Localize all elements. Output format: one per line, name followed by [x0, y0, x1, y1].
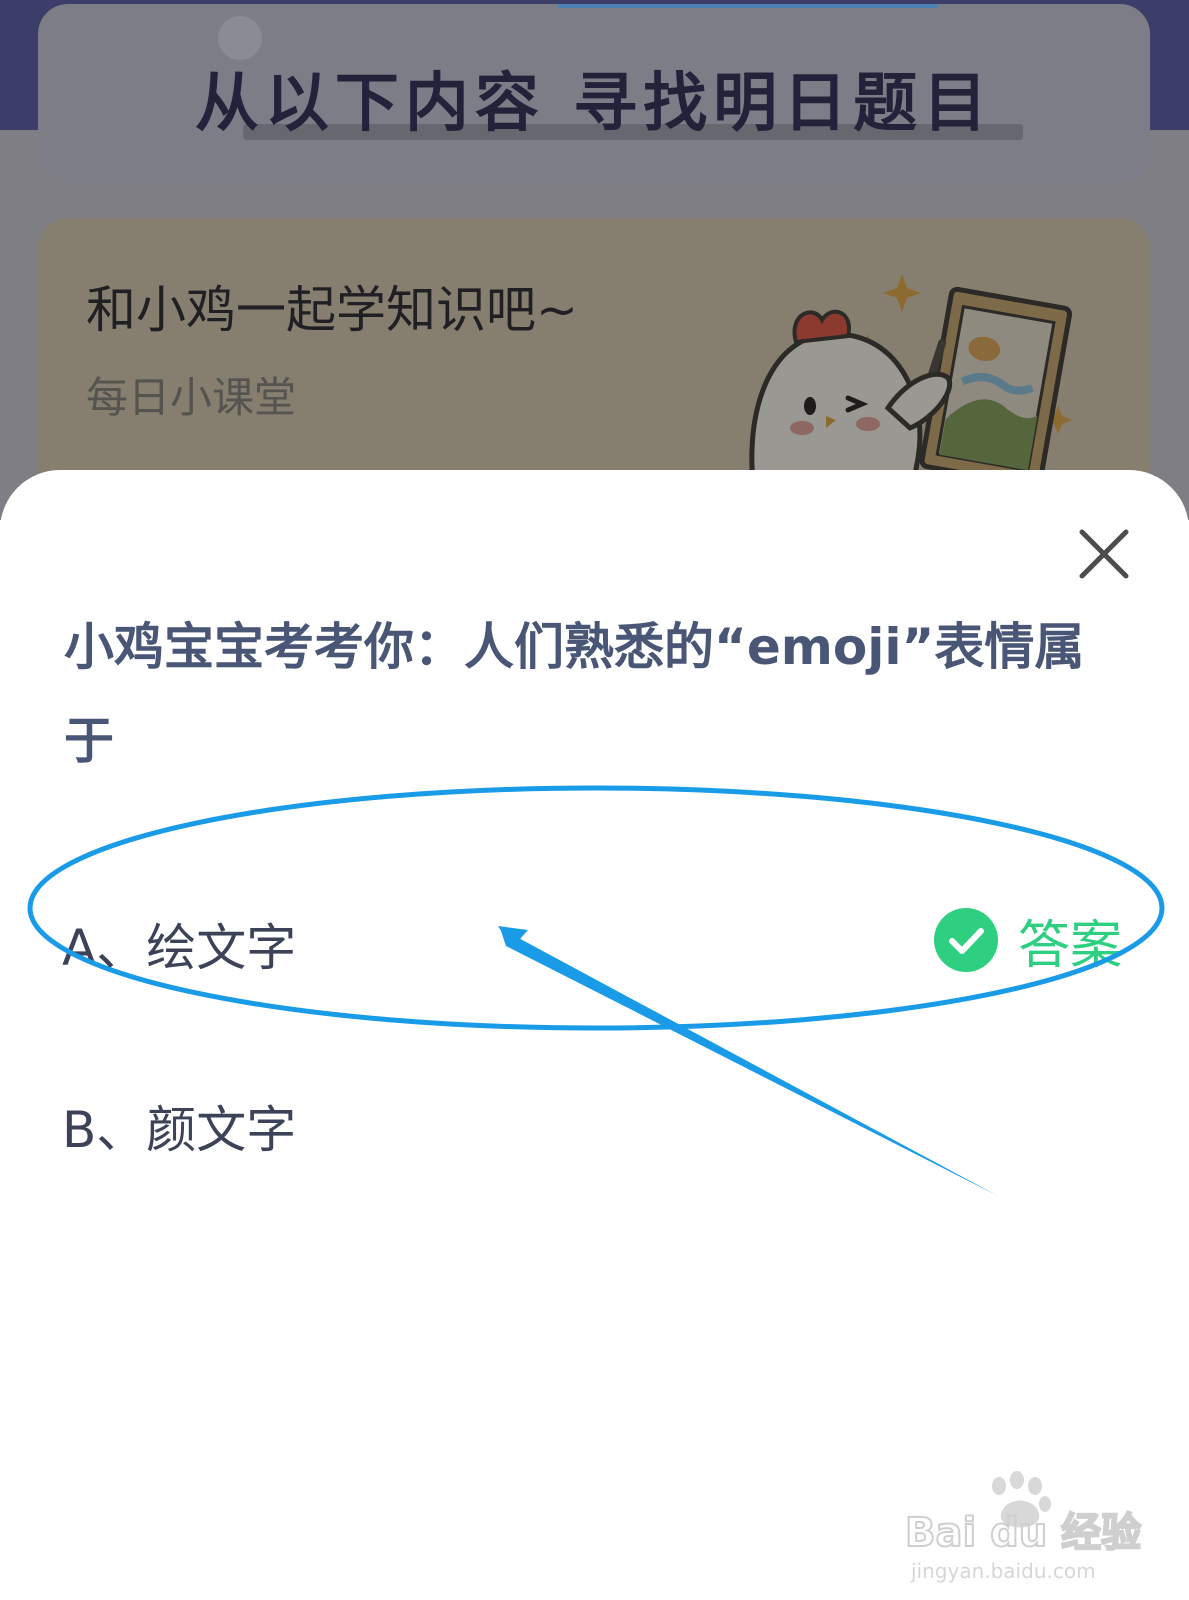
- svg-text:jingyan.baidu.com: jingyan.baidu.com: [910, 1559, 1096, 1583]
- background-page: 从以下内容 寻找明日题目 和小鸡一起学知识吧~ 每日小课堂: [0, 0, 1189, 528]
- answer-tag-label: 答案: [1017, 915, 1122, 976]
- option-a-label: A、绘文字: [62, 919, 297, 977]
- lesson-card-title: 和小鸡一起学知识吧~: [86, 281, 578, 339]
- header-title: 从以下内容 寻找明日题目: [194, 67, 994, 141]
- close-icon[interactable]: [1072, 522, 1136, 586]
- answer-tag: 答案: [933, 900, 1122, 980]
- check-circle-icon: [933, 908, 998, 972]
- svg-text:Bai du 经验: Bai du 经验: [905, 1510, 1141, 1556]
- quiz-modal: 小鸡宝宝考考你：人们熟悉的“emoji”表情属于 A、绘文字 答案 B、颜文字: [0, 470, 1189, 1600]
- lesson-card-subtitle: 每日小课堂: [86, 373, 297, 422]
- baidu-jingyan-watermark: Bai du 经验 jingyan.baidu.com: [905, 1471, 1142, 1583]
- quiz-question: 小鸡宝宝考考你：人们熟悉的“emoji”表情属于: [64, 618, 1085, 770]
- header-card: 从以下内容 寻找明日题目: [38, 4, 1150, 182]
- option-b[interactable]: B、颜文字: [62, 1082, 1122, 1162]
- header-decoration-strip: [558, 4, 938, 8]
- option-b-label: B、颜文字: [62, 1101, 297, 1159]
- option-a[interactable]: A、绘文字 答案: [62, 900, 1122, 980]
